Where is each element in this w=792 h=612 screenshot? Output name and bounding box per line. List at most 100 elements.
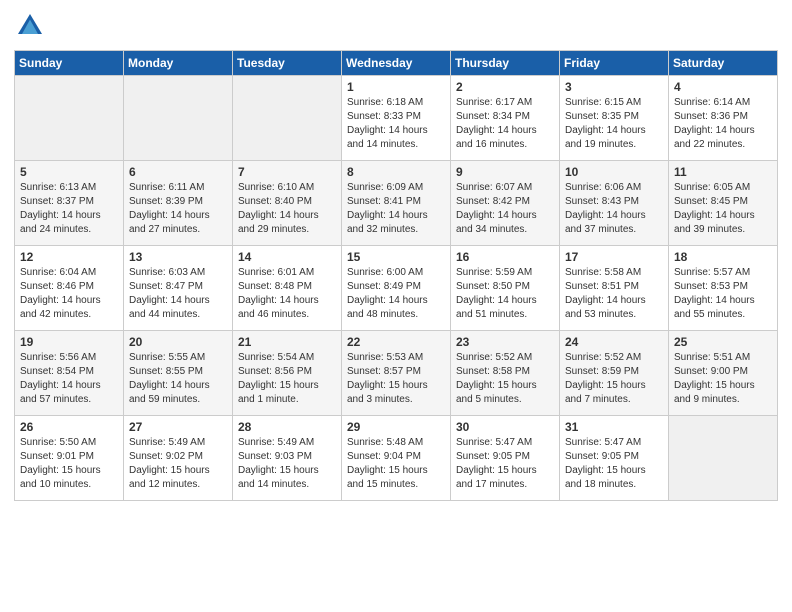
day-number: 8 [347, 165, 445, 179]
calendar-cell: 14 Sunrise: 6:01 AMSunset: 8:48 PMDaylig… [233, 246, 342, 331]
calendar-cell [233, 76, 342, 161]
day-number: 19 [20, 335, 118, 349]
day-info: Sunrise: 6:06 AMSunset: 8:43 PMDaylight:… [565, 182, 646, 235]
calendar-cell: 6 Sunrise: 6:11 AMSunset: 8:39 PMDayligh… [124, 161, 233, 246]
calendar-cell [669, 416, 778, 501]
day-info: Sunrise: 6:13 AMSunset: 8:37 PMDaylight:… [20, 182, 101, 235]
day-number: 28 [238, 420, 336, 434]
day-number: 21 [238, 335, 336, 349]
calendar-cell: 23 Sunrise: 5:52 AMSunset: 8:58 PMDaylig… [451, 331, 560, 416]
day-info: Sunrise: 5:54 AMSunset: 8:56 PMDaylight:… [238, 352, 319, 405]
day-info: Sunrise: 5:53 AMSunset: 8:57 PMDaylight:… [347, 352, 428, 405]
logo-icon [14, 10, 46, 42]
calendar-cell: 16 Sunrise: 5:59 AMSunset: 8:50 PMDaylig… [451, 246, 560, 331]
day-number: 3 [565, 80, 663, 94]
calendar-cell: 21 Sunrise: 5:54 AMSunset: 8:56 PMDaylig… [233, 331, 342, 416]
weekday-header: Wednesday [342, 51, 451, 76]
day-number: 12 [20, 250, 118, 264]
day-info: Sunrise: 5:49 AMSunset: 9:03 PMDaylight:… [238, 437, 319, 490]
day-number: 27 [129, 420, 227, 434]
day-info: Sunrise: 6:17 AMSunset: 8:34 PMDaylight:… [456, 97, 537, 150]
day-number: 11 [674, 165, 772, 179]
weekday-header: Friday [560, 51, 669, 76]
weekday-header: Sunday [15, 51, 124, 76]
day-info: Sunrise: 5:50 AMSunset: 9:01 PMDaylight:… [20, 437, 101, 490]
day-number: 20 [129, 335, 227, 349]
logo [14, 10, 50, 42]
weekday-row: SundayMondayTuesdayWednesdayThursdayFrid… [15, 51, 778, 76]
calendar-cell: 3 Sunrise: 6:15 AMSunset: 8:35 PMDayligh… [560, 76, 669, 161]
calendar-cell: 1 Sunrise: 6:18 AMSunset: 8:33 PMDayligh… [342, 76, 451, 161]
weekday-header: Monday [124, 51, 233, 76]
day-info: Sunrise: 5:47 AMSunset: 9:05 PMDaylight:… [565, 437, 646, 490]
day-number: 1 [347, 80, 445, 94]
day-info: Sunrise: 5:51 AMSunset: 9:00 PMDaylight:… [674, 352, 755, 405]
day-info: Sunrise: 5:52 AMSunset: 8:58 PMDaylight:… [456, 352, 537, 405]
calendar-week-row: 12 Sunrise: 6:04 AMSunset: 8:46 PMDaylig… [15, 246, 778, 331]
day-info: Sunrise: 5:59 AMSunset: 8:50 PMDaylight:… [456, 267, 537, 320]
calendar-cell: 28 Sunrise: 5:49 AMSunset: 9:03 PMDaylig… [233, 416, 342, 501]
calendar-cell: 13 Sunrise: 6:03 AMSunset: 8:47 PMDaylig… [124, 246, 233, 331]
day-number: 30 [456, 420, 554, 434]
day-number: 29 [347, 420, 445, 434]
calendar-cell: 2 Sunrise: 6:17 AMSunset: 8:34 PMDayligh… [451, 76, 560, 161]
calendar-cell: 4 Sunrise: 6:14 AMSunset: 8:36 PMDayligh… [669, 76, 778, 161]
calendar-cell: 26 Sunrise: 5:50 AMSunset: 9:01 PMDaylig… [15, 416, 124, 501]
day-number: 13 [129, 250, 227, 264]
calendar-header: SundayMondayTuesdayWednesdayThursdayFrid… [15, 51, 778, 76]
day-number: 7 [238, 165, 336, 179]
day-info: Sunrise: 5:57 AMSunset: 8:53 PMDaylight:… [674, 267, 755, 320]
calendar-cell: 7 Sunrise: 6:10 AMSunset: 8:40 PMDayligh… [233, 161, 342, 246]
day-info: Sunrise: 6:09 AMSunset: 8:41 PMDaylight:… [347, 182, 428, 235]
day-number: 24 [565, 335, 663, 349]
day-info: Sunrise: 5:55 AMSunset: 8:55 PMDaylight:… [129, 352, 210, 405]
day-number: 25 [674, 335, 772, 349]
calendar-cell: 25 Sunrise: 5:51 AMSunset: 9:00 PMDaylig… [669, 331, 778, 416]
day-info: Sunrise: 5:48 AMSunset: 9:04 PMDaylight:… [347, 437, 428, 490]
calendar-cell: 20 Sunrise: 5:55 AMSunset: 8:55 PMDaylig… [124, 331, 233, 416]
calendar-cell: 24 Sunrise: 5:52 AMSunset: 8:59 PMDaylig… [560, 331, 669, 416]
weekday-header: Thursday [451, 51, 560, 76]
day-number: 2 [456, 80, 554, 94]
day-info: Sunrise: 5:58 AMSunset: 8:51 PMDaylight:… [565, 267, 646, 320]
day-number: 16 [456, 250, 554, 264]
calendar-cell: 17 Sunrise: 5:58 AMSunset: 8:51 PMDaylig… [560, 246, 669, 331]
calendar-cell: 29 Sunrise: 5:48 AMSunset: 9:04 PMDaylig… [342, 416, 451, 501]
calendar-week-row: 5 Sunrise: 6:13 AMSunset: 8:37 PMDayligh… [15, 161, 778, 246]
weekday-header: Tuesday [233, 51, 342, 76]
calendar-cell: 18 Sunrise: 5:57 AMSunset: 8:53 PMDaylig… [669, 246, 778, 331]
day-info: Sunrise: 6:11 AMSunset: 8:39 PMDaylight:… [129, 182, 210, 235]
calendar-week-row: 19 Sunrise: 5:56 AMSunset: 8:54 PMDaylig… [15, 331, 778, 416]
calendar-cell: 19 Sunrise: 5:56 AMSunset: 8:54 PMDaylig… [15, 331, 124, 416]
day-info: Sunrise: 6:18 AMSunset: 8:33 PMDaylight:… [347, 97, 428, 150]
calendar-cell: 30 Sunrise: 5:47 AMSunset: 9:05 PMDaylig… [451, 416, 560, 501]
calendar-cell [15, 76, 124, 161]
day-info: Sunrise: 6:04 AMSunset: 8:46 PMDaylight:… [20, 267, 101, 320]
calendar-week-row: 26 Sunrise: 5:50 AMSunset: 9:01 PMDaylig… [15, 416, 778, 501]
calendar-cell: 8 Sunrise: 6:09 AMSunset: 8:41 PMDayligh… [342, 161, 451, 246]
page: SundayMondayTuesdayWednesdayThursdayFrid… [0, 0, 792, 511]
calendar-cell: 5 Sunrise: 6:13 AMSunset: 8:37 PMDayligh… [15, 161, 124, 246]
day-number: 26 [20, 420, 118, 434]
calendar-body: 1 Sunrise: 6:18 AMSunset: 8:33 PMDayligh… [15, 76, 778, 501]
day-info: Sunrise: 6:15 AMSunset: 8:35 PMDaylight:… [565, 97, 646, 150]
day-info: Sunrise: 6:10 AMSunset: 8:40 PMDaylight:… [238, 182, 319, 235]
header [14, 10, 778, 42]
day-info: Sunrise: 5:47 AMSunset: 9:05 PMDaylight:… [456, 437, 537, 490]
day-number: 23 [456, 335, 554, 349]
day-info: Sunrise: 6:00 AMSunset: 8:49 PMDaylight:… [347, 267, 428, 320]
day-number: 17 [565, 250, 663, 264]
day-info: Sunrise: 6:07 AMSunset: 8:42 PMDaylight:… [456, 182, 537, 235]
day-info: Sunrise: 6:05 AMSunset: 8:45 PMDaylight:… [674, 182, 755, 235]
calendar-week-row: 1 Sunrise: 6:18 AMSunset: 8:33 PMDayligh… [15, 76, 778, 161]
day-number: 15 [347, 250, 445, 264]
calendar-cell: 10 Sunrise: 6:06 AMSunset: 8:43 PMDaylig… [560, 161, 669, 246]
calendar-cell: 12 Sunrise: 6:04 AMSunset: 8:46 PMDaylig… [15, 246, 124, 331]
day-info: Sunrise: 6:01 AMSunset: 8:48 PMDaylight:… [238, 267, 319, 320]
day-number: 18 [674, 250, 772, 264]
day-number: 4 [674, 80, 772, 94]
day-number: 5 [20, 165, 118, 179]
day-info: Sunrise: 5:49 AMSunset: 9:02 PMDaylight:… [129, 437, 210, 490]
day-info: Sunrise: 6:03 AMSunset: 8:47 PMDaylight:… [129, 267, 210, 320]
calendar-cell: 31 Sunrise: 5:47 AMSunset: 9:05 PMDaylig… [560, 416, 669, 501]
